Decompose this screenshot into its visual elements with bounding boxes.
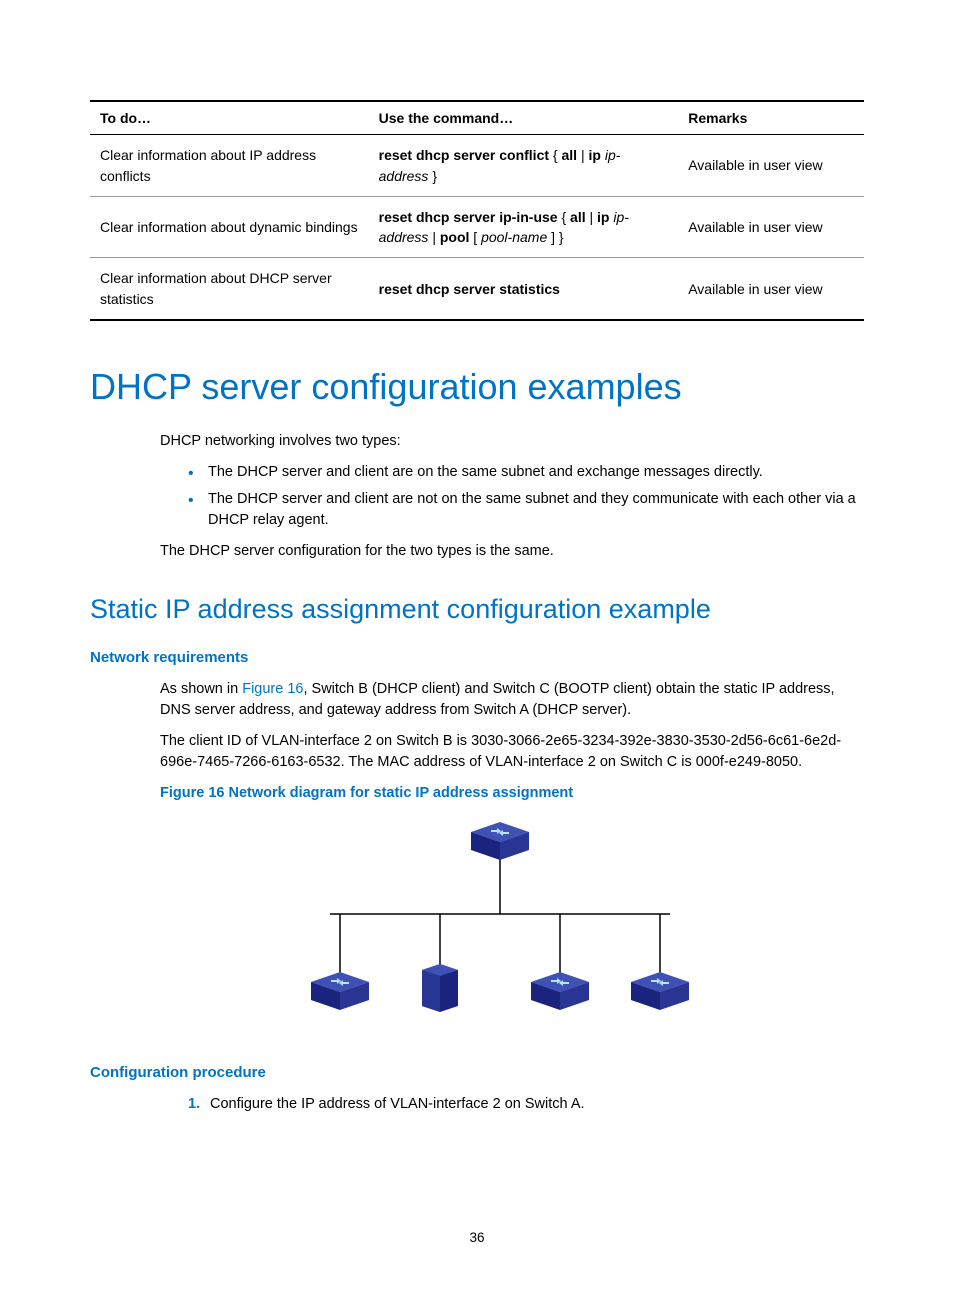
figure-caption: Figure 16 Network diagram for static IP … xyxy=(160,783,864,804)
switch-c-icon xyxy=(531,972,589,1010)
cell-command: reset dhcp server conflict { all | ip ip… xyxy=(369,135,679,197)
server-icon xyxy=(422,964,458,1012)
table-row: Clear information about IP address confl… xyxy=(90,135,864,197)
network-diagram xyxy=(290,814,710,1044)
section-title: Static IP address assignment configurati… xyxy=(90,590,864,629)
page-title: DHCP server configuration examples xyxy=(90,361,864,413)
intro-summary: The DHCP server configuration for the tw… xyxy=(160,541,864,562)
list-item: The DHCP server and client are on the sa… xyxy=(188,462,864,483)
page-number: 36 xyxy=(0,1228,954,1248)
table-row: Clear information about dynamic bindings… xyxy=(90,196,864,258)
cell-todo: Clear information about IP address confl… xyxy=(90,135,369,197)
table-row: Clear information about DHCP server stat… xyxy=(90,258,864,320)
command-table: To do… Use the command… Remarks Clear in… xyxy=(90,100,864,321)
table-header-remarks: Remarks xyxy=(678,101,864,135)
steps-list: Configure the IP address of VLAN-interfa… xyxy=(160,1094,864,1115)
cell-remarks: Available in user view xyxy=(678,258,864,320)
cell-remarks: Available in user view xyxy=(678,135,864,197)
netreq-p1: As shown in Figure 16, Switch B (DHCP cl… xyxy=(160,679,864,721)
subsection-netreq: Network requirements xyxy=(90,647,864,669)
cell-todo: Clear information about dynamic bindings xyxy=(90,196,369,258)
cell-remarks: Available in user view xyxy=(678,196,864,258)
subsection-confproc: Configuration procedure xyxy=(90,1062,864,1084)
intro-text: DHCP networking involves two types: xyxy=(160,431,864,452)
cell-command: reset dhcp server ip-in-use { all | ip i… xyxy=(369,196,679,258)
step-item: Configure the IP address of VLAN-interfa… xyxy=(188,1094,864,1115)
table-header-todo: To do… xyxy=(90,101,369,135)
netreq-p2: The client ID of VLAN-interface 2 on Swi… xyxy=(160,731,864,773)
list-item: The DHCP server and client are not on th… xyxy=(188,489,864,531)
switch-b-icon xyxy=(311,972,369,1010)
cell-command: reset dhcp server statistics xyxy=(369,258,679,320)
figure-link[interactable]: Figure 16 xyxy=(242,681,303,697)
switch-d-icon xyxy=(631,972,689,1010)
table-header-cmd: Use the command… xyxy=(369,101,679,135)
switch-a-icon xyxy=(471,822,529,860)
intro-list: The DHCP server and client are on the sa… xyxy=(160,462,864,531)
cell-todo: Clear information about DHCP server stat… xyxy=(90,258,369,320)
